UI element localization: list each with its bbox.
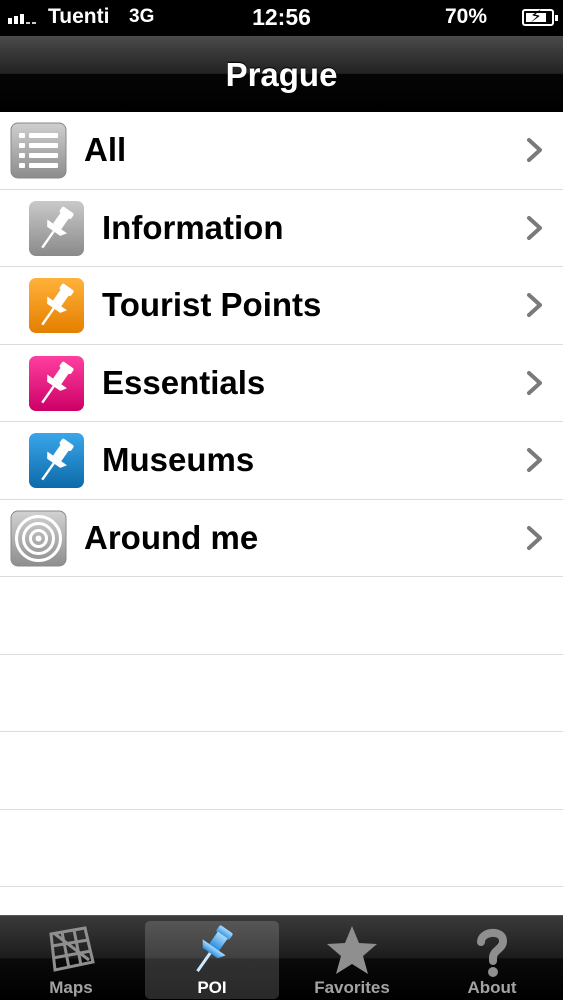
empty-row	[0, 577, 563, 655]
chevron-right-icon	[527, 138, 542, 162]
list-item-label: Tourist Points	[102, 286, 322, 323]
chevron-right-icon	[527, 525, 542, 550]
star-icon	[322, 922, 382, 980]
tab-label: Favorites	[314, 978, 390, 997]
tab-label: About	[467, 978, 517, 997]
status-bar: Tuenti 3G 12:56 70% ⚡	[0, 0, 563, 36]
radar-icon	[10, 510, 67, 567]
list-item-essentials[interactable]: Essentials	[0, 344, 563, 422]
list-item-all[interactable]: All	[0, 112, 563, 190]
empty-row	[0, 810, 563, 887]
empty-row	[0, 732, 563, 810]
list-icon	[10, 122, 67, 179]
chevron-right-icon	[527, 370, 542, 395]
list-item-around-me[interactable]: Around me	[0, 499, 563, 577]
list-item-information[interactable]: Information	[0, 189, 563, 267]
empty-row	[0, 655, 563, 732]
chevron-right-icon	[527, 448, 542, 472]
list-item-label: Around me	[84, 518, 259, 556]
pushpin-icon	[28, 200, 85, 257]
list-item-label: Information	[102, 208, 284, 246]
tab-label: POI	[197, 978, 227, 997]
chevron-right-icon	[527, 293, 542, 317]
tab-bar: Maps POI Favorites About	[0, 915, 563, 1000]
list-item-museums[interactable]: Museums	[0, 422, 563, 500]
tab-label: Maps	[49, 978, 93, 997]
battery-percentage: 70%	[444, 5, 487, 28]
poi-category-list: All Information Tourist Points Essential…	[0, 112, 563, 915]
battery-charging-icon: ⚡	[522, 7, 558, 26]
tab-maps[interactable]: Maps	[4, 921, 138, 999]
list-item-label: All	[84, 131, 127, 168]
chevron-right-icon	[527, 215, 542, 240]
tab-poi[interactable]: POI	[145, 921, 279, 999]
tab-about[interactable]: About	[425, 921, 559, 999]
pushpin-icon	[28, 277, 85, 334]
list-item-tourist-points[interactable]: Tourist Points	[0, 267, 563, 345]
list-item-label: Essentials	[102, 363, 266, 401]
pushpin-icon	[182, 922, 242, 980]
question-mark-icon	[462, 922, 522, 980]
navigation-bar: Prague	[0, 36, 563, 112]
pushpin-icon	[28, 355, 85, 412]
list-item-label: Museums	[102, 441, 255, 478]
tab-favorites[interactable]: Favorites	[285, 921, 419, 999]
map-grid-icon	[41, 922, 101, 980]
pushpin-icon	[28, 432, 85, 489]
page-title: Prague	[225, 56, 338, 93]
